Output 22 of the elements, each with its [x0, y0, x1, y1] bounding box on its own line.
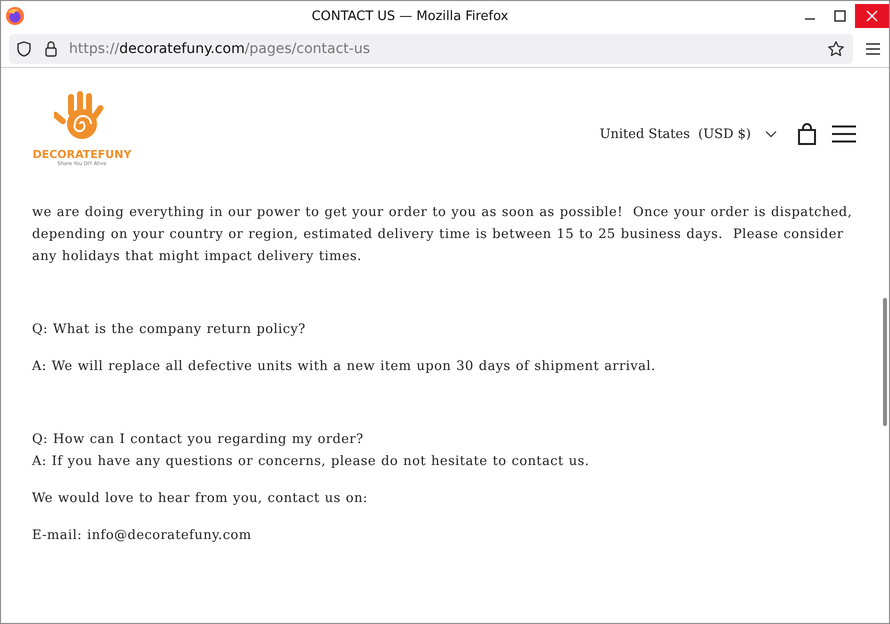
chevron-down-icon[interactable]	[765, 130, 777, 138]
scrollbar-thumb[interactable]	[883, 298, 887, 426]
lock-icon[interactable]	[43, 40, 59, 58]
browser-logo-icon	[5, 6, 25, 26]
address-bar[interactable]: https://decoratefuny.com/pages/contact-us	[9, 34, 853, 64]
body-text: Q: What is the company return policy?	[32, 321, 307, 339]
menu-icon[interactable]	[865, 42, 881, 56]
url-text: https://decoratefuny.com/pages/contact-us	[69, 41, 372, 57]
body-text: A: If you have any questions or concerns, please do not hesitate to contact us.	[32, 453, 590, 471]
currency-selector[interactable]: United States (USD $)	[600, 126, 751, 142]
body-text: A: We will replace all defective units with a new item upon 30 days of shipment arrival.	[32, 358, 657, 376]
body-text: E-mail: info@decoratefuny.com	[32, 527, 252, 545]
body-text: We would love to hear from you, contact us on:	[32, 490, 369, 508]
body-text: we are doing everything in our power to get your order to you as soon as possible! Once your order is dispatched, depending on your country or region, estimated delivery time is between 15 to 25 business days. Please consider any holidays that might impact delivery times.	[32, 204, 854, 266]
shield-icon[interactable]	[15, 40, 33, 58]
close-icon[interactable]	[855, 4, 889, 28]
menu-icon[interactable]	[831, 125, 857, 143]
body-text: Q: How can I contact you regarding my order?	[32, 431, 365, 449]
shopping-bag-icon[interactable]	[797, 123, 817, 145]
bookmark-star-icon[interactable]	[827, 40, 845, 58]
brand-name: DECORATEFUNY	[32, 148, 132, 161]
window-title: CONTACT US — Mozilla Firefox	[310, 8, 510, 24]
